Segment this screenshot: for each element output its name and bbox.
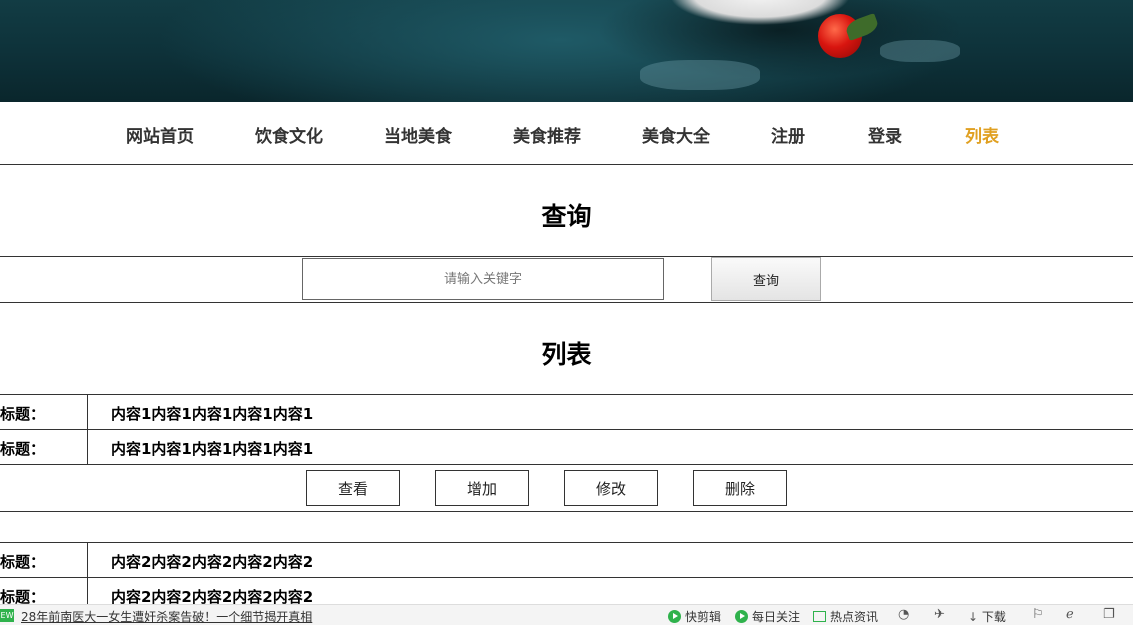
list-row: 标题： 内容1内容1内容1内容1内容1 <box>0 430 1133 465</box>
divider-line <box>0 511 1133 512</box>
row-label: 标题： <box>0 440 46 458</box>
nav-item-food-encyclopedia[interactable]: 美食大全 <box>642 122 710 147</box>
divider-line <box>0 464 1133 465</box>
speed-icon[interactable]: ◔ <box>898 607 909 622</box>
row-value: 内容2内容2内容2内容2内容2 <box>111 553 314 571</box>
column-divider <box>87 395 88 430</box>
row-value: 内容1内容1内容1内容1内容1 <box>111 440 314 458</box>
download-arrow-icon: ↓ <box>968 610 979 624</box>
pin-icon[interactable]: ✈ <box>934 607 945 622</box>
nav-item-home[interactable]: 网站首页 <box>126 122 194 147</box>
divider-line <box>0 256 1133 257</box>
daily-follow-label: 每日关注 <box>752 610 801 624</box>
add-button[interactable]: 增加 <box>435 470 529 506</box>
water-splash-decoration <box>640 60 760 90</box>
search-button[interactable]: 查询 <box>711 257 821 301</box>
quick-clip-label: 快剪辑 <box>685 610 722 624</box>
window-icon[interactable]: ❐ <box>1103 607 1115 622</box>
hot-news-label: 热点资讯 <box>830 610 879 624</box>
nav-item-list[interactable]: 列表 <box>965 122 999 147</box>
row-label: 标题： <box>0 405 46 423</box>
play-icon <box>668 610 681 623</box>
search-section-title: 查询 <box>541 202 592 231</box>
view-button[interactable]: 查看 <box>306 470 400 506</box>
header-banner-image <box>0 0 1133 102</box>
hot-news-button[interactable]: 热点资讯 <box>813 608 878 625</box>
download-label: 下载 <box>981 610 1006 624</box>
daily-follow-button[interactable]: 每日关注 <box>735 608 800 625</box>
nav-item-login[interactable]: 登录 <box>868 122 902 147</box>
column-divider <box>87 543 88 578</box>
list-row: 标题： 内容1内容1内容1内容1内容1 <box>0 395 1133 430</box>
delete-button[interactable]: 删除 <box>693 470 787 506</box>
nav-item-recommendations[interactable]: 美食推荐 <box>513 122 581 147</box>
row-value: 内容1内容1内容1内容1内容1 <box>111 405 314 423</box>
page: 网站首页 饮食文化 当地美食 美食推荐 美食大全 注册 登录 列表 查询 查询 … <box>0 0 1133 625</box>
browser-e-icon[interactable]: ℯ <box>1066 607 1074 622</box>
list-row: 标题： 内容2内容2内容2内容2内容2 <box>0 543 1133 578</box>
nav-item-register[interactable]: 注册 <box>771 122 805 147</box>
browser-status-bar: EW 28年前南医大一女生遭奸杀案告破！一个细节揭开真相 快剪辑 每日关注 热点… <box>0 604 1133 625</box>
flag-icon[interactable]: ⚐ <box>1032 607 1044 622</box>
water-splash-decoration <box>880 40 960 62</box>
search-input[interactable] <box>302 258 664 300</box>
play-icon <box>735 610 748 623</box>
main-navigation: 网站首页 饮食文化 当地美食 美食推荐 美食大全 注册 登录 列表 <box>0 102 1133 165</box>
nav-item-local-food[interactable]: 当地美食 <box>384 122 452 147</box>
row-label: 标题： <box>0 553 46 571</box>
column-divider <box>87 430 88 465</box>
news-headline-link[interactable]: 28年前南医大一女生遭奸杀案告破！一个细节揭开真相 <box>21 608 312 625</box>
nav-item-food-culture[interactable]: 饮食文化 <box>255 122 323 147</box>
news-badge: EW <box>0 609 14 622</box>
news-icon <box>813 611 826 622</box>
download-button[interactable]: ↓ 下载 <box>968 608 1006 625</box>
list-section-title: 列表 <box>541 340 592 369</box>
divider-line <box>0 302 1133 303</box>
quick-clip-button[interactable]: 快剪辑 <box>668 608 721 625</box>
edit-button[interactable]: 修改 <box>564 470 658 506</box>
